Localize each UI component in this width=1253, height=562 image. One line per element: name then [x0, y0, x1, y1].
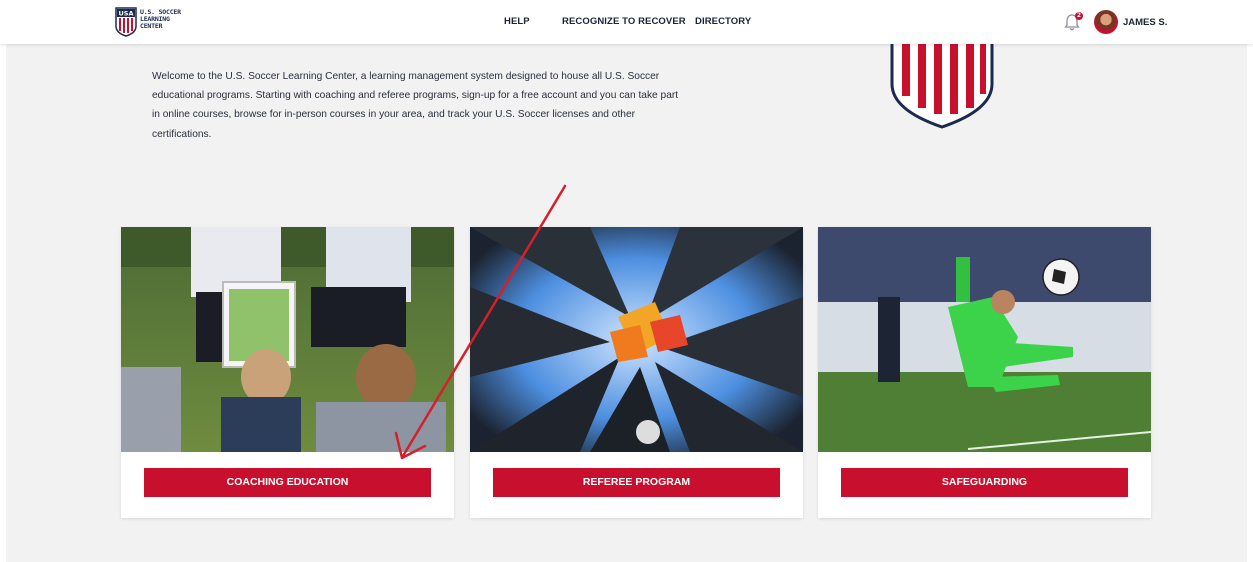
nav-directory-link[interactable]: DIRECTORY	[695, 16, 751, 27]
user-name[interactable]: JAMES S.	[1123, 17, 1167, 28]
safeguarding-button[interactable]: SAFEGUARDING	[841, 468, 1128, 497]
safeguarding-card: SAFEGUARDING	[818, 227, 1151, 518]
referee-program-button[interactable]: REFEREE PROGRAM	[493, 468, 780, 497]
notification-count-badge: 2	[1075, 12, 1083, 20]
welcome-text: Welcome to the U.S. Soccer Learning Cent…	[152, 71, 679, 140]
coaching-education-button[interactable]: COACHING EDUCATION	[144, 468, 431, 497]
goalkeeper-photo	[818, 227, 1151, 452]
referee-photo	[470, 227, 803, 452]
us-soccer-crest-large-icon	[890, 44, 994, 129]
nav-recognize-to-recover-link[interactable]: RECOGNIZE TO RECOVER	[562, 16, 686, 27]
user-avatar[interactable]	[1094, 10, 1118, 34]
coaching-education-card: COACHING EDUCATION	[121, 227, 454, 518]
nav-help-link[interactable]: HELP	[504, 16, 530, 27]
coaching-photo	[121, 227, 454, 452]
referee-program-card: REFEREE PROGRAM	[470, 227, 803, 518]
top-navigation-bar: USA U.S. SOCCER LEARNING CENTER HELP REC…	[0, 0, 1253, 44]
